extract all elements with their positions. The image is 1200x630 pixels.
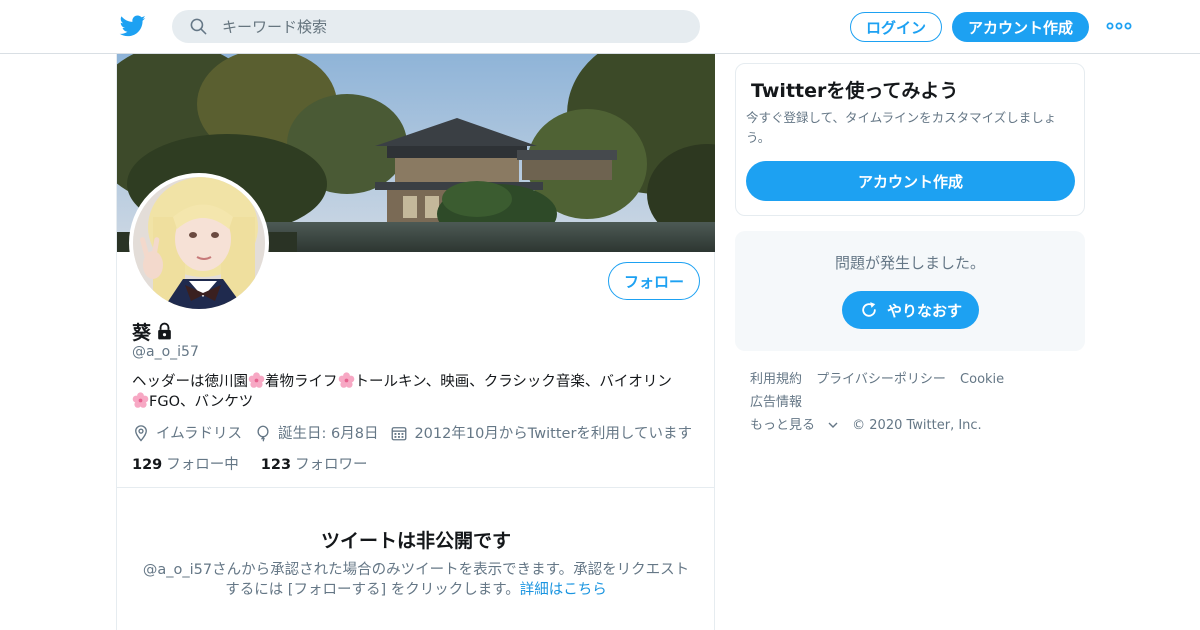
bio-text: ヘッダーは徳川園	[132, 374, 248, 390]
login-button[interactable]: ログイン	[850, 12, 942, 42]
joined-text: 2012年10月からTwitterを利用しています	[414, 426, 692, 442]
retry-label: やりなおす	[886, 301, 962, 320]
footer-privacy-link[interactable]: プライバシーポリシー	[816, 372, 946, 387]
error-card: 問題が発生しました。 やりなおす	[735, 231, 1085, 351]
profile-location: イムラドリス	[132, 422, 242, 443]
bio-text: FGO、バンケツ	[149, 394, 254, 410]
profile-avatar[interactable]	[129, 173, 269, 313]
chevron-down-icon	[828, 422, 838, 428]
top-navigation-bar: ログイン アカウント作成	[0, 0, 1200, 54]
bio-text: トールキン、映画、クラシック音楽、バイオリン	[354, 374, 672, 390]
profile-name-row: 葵	[132, 318, 174, 345]
protected-tweets-title: ツイートは非公開です	[320, 530, 511, 552]
refresh-icon	[862, 302, 876, 317]
twitter-bird-icon[interactable]	[119, 13, 147, 39]
balloon-icon	[257, 425, 269, 442]
search-icon	[190, 18, 207, 35]
followers-count: 123	[260, 457, 292, 473]
footer-terms-link[interactable]: 利用規約	[750, 372, 802, 387]
error-message: 問題が発生しました。	[834, 254, 985, 272]
cherry-blossom-icon	[132, 392, 149, 408]
lock-icon	[158, 322, 171, 340]
following-label: フォロー中	[166, 457, 239, 473]
location-text: イムラドリス	[156, 426, 242, 442]
calendar-icon	[392, 426, 407, 440]
more-dots-icon[interactable]	[1106, 18, 1132, 34]
following-count: 129	[132, 457, 163, 473]
divider	[117, 487, 715, 488]
profile-handle: @a_o_i57	[132, 344, 199, 360]
profile-joined: 2012年10月からTwitterを利用しています	[390, 422, 692, 443]
birthday-text: 誕生日: 6月8日	[278, 426, 379, 442]
footer-more-label: もっと見る	[750, 418, 816, 433]
profile-meta: イムラドリス 誕生日: 6月8日 2012年10月からTwitterを利用してい…	[132, 422, 704, 443]
bio-text: 着物ライフ	[265, 374, 338, 390]
footer-copyright: © 2020 Twitter, Inc.	[852, 418, 982, 433]
protected-text: @a_o_i57さんから承認された場合のみツイートを表示できます。承認をリクエス…	[142, 562, 690, 598]
cherry-blossom-icon	[248, 372, 265, 388]
search-input[interactable]	[222, 10, 682, 43]
footer-links: 利用規約 プライバシーポリシー Cookie 広告情報 もっと見る © 2020…	[750, 368, 1080, 437]
retry-button[interactable]: やりなおす	[842, 291, 979, 329]
footer-more-link[interactable]: もっと見る	[750, 418, 838, 433]
follow-button[interactable]: フォロー	[608, 262, 700, 300]
footer-cookie-link[interactable]: Cookie	[960, 372, 1004, 387]
cherry-blossom-icon	[338, 372, 354, 388]
profile-bio: ヘッダーは徳川園 着物ライフ トールキン、映画、クラシック音楽、バイオリン FGO、バ…	[132, 372, 707, 412]
signup-button[interactable]: アカウント作成	[952, 12, 1089, 42]
signup-card: Twitterを使ってみよう 今すぐ登録して、タイムラインをカスタマイズしましょ…	[735, 63, 1085, 216]
signup-card-description: 今すぐ登録して、タイムラインをカスタマイズしましょう。	[746, 110, 1057, 145]
profile-stats: 129 フォロー中 123 フォロワー	[132, 453, 390, 474]
search-box	[172, 10, 700, 43]
followers-label: フォロワー	[295, 457, 368, 473]
profile-column: フォロー 葵 @a_o_i57 ヘッダーは徳川園 着物ライフ トールキン、映画、クラ…	[116, 54, 715, 630]
learn-more-link[interactable]: 詳細はこちら	[520, 582, 607, 598]
profile-name: 葵	[132, 322, 152, 344]
following-stat[interactable]: 129 フォロー中	[132, 453, 239, 474]
footer-ads-link[interactable]: 広告情報	[750, 395, 802, 410]
protected-tweets-message: @a_o_i57さんから承認された場合のみツイートを表示できます。承認をリクエス…	[137, 560, 695, 600]
signup-card-button[interactable]: アカウント作成	[746, 161, 1075, 201]
followers-stat[interactable]: 123 フォロワー	[261, 453, 368, 474]
location-icon	[135, 424, 147, 442]
signup-card-title: Twitterを使ってみよう	[751, 80, 959, 102]
profile-birthday: 誕生日: 6月8日	[254, 422, 378, 443]
